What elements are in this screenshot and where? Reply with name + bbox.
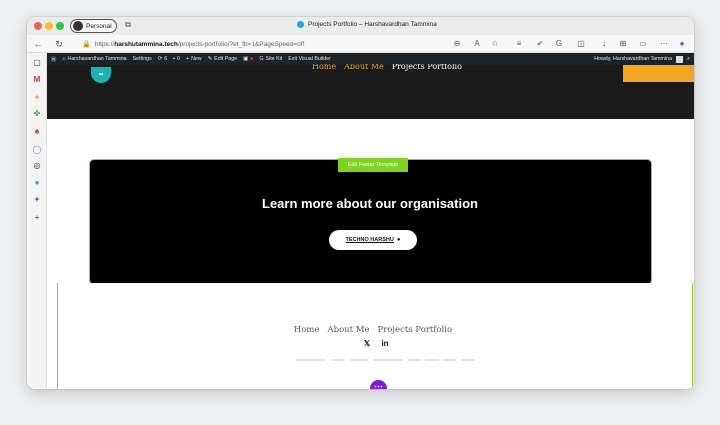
footer-heading: Learn more about our organisation [262,196,478,211]
edit-footer-template-button[interactable]: Edit Footer Template [338,158,408,172]
admin-search-icon[interactable]: ⌕ [687,56,690,63]
admin-comments[interactable]: ▪ 0 [173,56,180,62]
tab-favicon-icon [297,21,304,28]
title-bar: Personal ⧉ Projects Portfolio – Harshava… [27,17,694,35]
edge-icon[interactable]: ● [677,39,687,49]
profile-avatar [73,21,83,31]
tabs-icon[interactable]: ▢ [32,58,42,68]
admin-edit-page[interactable]: ✎ Edit Page [208,56,237,62]
comments-icon: ▪ [173,56,176,62]
favorite-icon[interactable]: ☆ [490,39,500,49]
wp-logo-icon[interactable]: Ⓦ [51,55,56,63]
dot-icon[interactable]: ● [32,178,42,188]
gmail-icon[interactable]: M [32,75,42,85]
address-bar[interactable]: 🔒 https://harshutammina.tech/projects-po… [79,37,509,51]
zoom-icon[interactable]: ⊖ [452,39,462,49]
techno-harshu-label: TECHNO HARSHU [345,237,394,243]
site-logo[interactable] [91,67,111,83]
admin-avatar [676,55,684,63]
address-toolbar: ← ↻ 🔒 https://harshutammina.tech/project… [27,35,694,53]
google-icon: G [259,56,264,62]
site-header: Home About Me Projects Portfolio [47,64,694,119]
page-content: Ⓦ ⌂ Harshavardhan Tammina Settings ⟳ 6 ▪ 0 … [47,53,694,389]
techno-harshu-button[interactable]: TECHNO HARSHU ● [329,230,417,250]
admin-new[interactable]: + New [186,56,202,62]
reload-icon[interactable]: ↻ [53,38,65,50]
footer-cta-section: Edit Footer Template Learn more about ou… [89,158,652,285]
games-icon[interactable]: ✤ [32,109,42,119]
lock-icon[interactable]: 🔒 [82,40,91,48]
profile-label: Personal [86,22,112,30]
x-icon[interactable]: 𝕏 [363,339,371,348]
maximize-window-button[interactable] [56,22,64,30]
header-nav: Home About Me Projects Portfolio [312,64,462,74]
browser-sidebar: ▢ M ✦ ✤ ♣ ◯ ◎ ● ✦ + [27,53,47,389]
howdy-label: Howdy, Harshavardhan Tammina [594,56,673,62]
admin-settings[interactable]: Settings [133,56,152,62]
arrow-circle-icon: ● [396,237,401,243]
tab-actions-icon[interactable]: ⧉ [123,20,133,30]
footer-nav-home[interactable]: Home [294,325,320,335]
downloads-icon[interactable]: ↓ [599,39,609,49]
admin-seo[interactable]: ▣ ● [243,56,253,62]
copilot-icon[interactable]: G [554,39,564,49]
add-icon[interactable]: + [32,213,42,223]
github-icon[interactable]: ◎ [32,161,42,171]
admin-exit-builder[interactable]: Exit Visual Builder [288,56,331,62]
header-nav-projects[interactable]: Projects Portfolio [392,64,462,74]
sparkle-icon[interactable]: ✦ [32,195,42,205]
extension-icon[interactable]: ≡ [514,39,524,49]
updates-icon: ⟳ [157,56,163,62]
read-aloud-icon[interactable]: A [472,39,482,49]
more-icon[interactable]: ⋯ [659,39,669,49]
screenshot-icon[interactable]: ▭ [638,39,648,49]
seo-status-icon: ● [250,56,254,62]
header-nav-home[interactable]: Home [312,64,336,74]
browser-window: Personal ⧉ Projects Portfolio – Harshava… [27,17,694,389]
footer-nav-projects[interactable]: Projects Portfolio [378,325,453,335]
linkedin-icon[interactable]: in [381,339,389,348]
admin-account[interactable]: Howdy, Harshavardhan Tammina ⌕ [594,53,690,65]
star-icon[interactable]: ✦ [32,93,42,103]
pencil-icon: ✎ [207,56,213,62]
checkmark-icon[interactable]: ✔ [535,39,545,49]
header-cta-button[interactable] [623,65,694,82]
url-text: https://harshutammina.tech/projects-port… [94,40,305,48]
footer-nav: Home About Me Projects Portfolio [58,325,688,335]
tree-icon[interactable]: ♣ [32,127,42,137]
back-icon[interactable]: ← [32,38,44,50]
plus-icon: + [186,56,190,62]
admin-updates[interactable]: ⟳ 6 [158,56,167,62]
seo-icon: ▣ [243,56,249,62]
admin-site-kit[interactable]: G Site Kit [259,56,282,62]
close-window-button[interactable] [34,22,42,30]
footer-divider [296,359,475,361]
tab-title: Projects Portfolio – Harshavardhan Tammi… [308,21,437,28]
profile-button[interactable]: Personal [70,19,117,33]
active-tab[interactable]: Projects Portfolio – Harshavardhan Tammi… [297,21,437,28]
builder-more-button[interactable]: ⋯ [370,380,387,389]
social-links: 𝕏 in [58,339,694,348]
admin-site-name[interactable]: ⌂ Harshavardhan Tammina [62,56,126,62]
shield-icon[interactable]: ◯ [32,145,42,155]
collections-icon[interactable]: ⊞ [618,39,628,49]
split-screen-icon[interactable]: ◫ [576,39,586,49]
home-icon: ⌂ [62,56,66,62]
footer-nav-about[interactable]: About Me [327,325,369,335]
minimize-window-button[interactable] [45,22,53,30]
header-nav-about[interactable]: About Me [344,64,384,74]
lower-footer: Home About Me Projects Portfolio 𝕏 in ⋯ [57,283,693,389]
